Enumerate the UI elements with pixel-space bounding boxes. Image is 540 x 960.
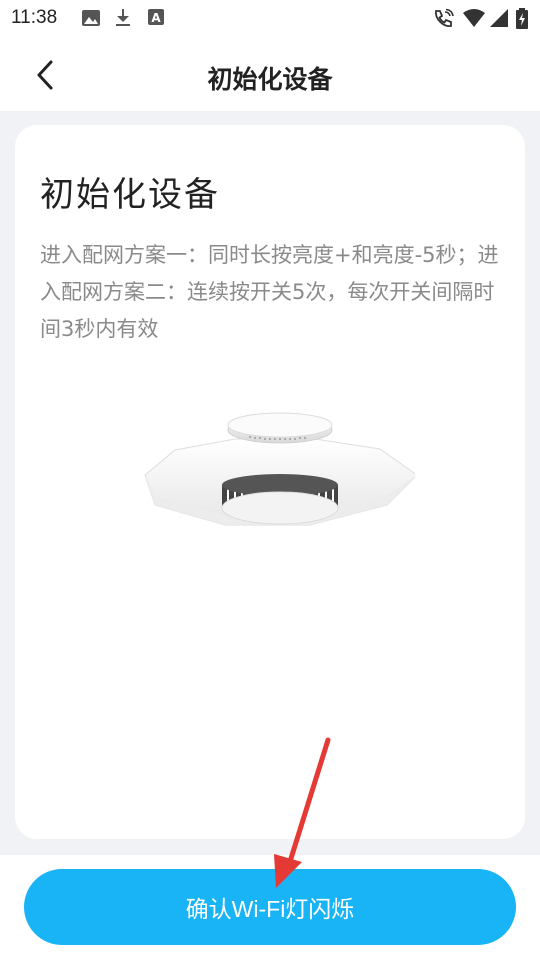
confirm-wifi-blinking-button[interactable]: 确认Wi-Fi灯闪烁	[24, 869, 516, 945]
nav-bar: 初始化设备	[0, 38, 540, 111]
image-icon	[82, 10, 100, 26]
card-title: 初始化设备	[40, 175, 220, 215]
svg-text:A: A	[151, 11, 161, 25]
download-icon	[116, 9, 130, 26]
page-title: 初始化设备	[207, 65, 333, 94]
battery-charging-icon	[516, 8, 528, 29]
ceiling-light-image	[144, 412, 415, 526]
signal-icon	[490, 9, 508, 27]
footer: 确认Wi-Fi灯闪烁	[0, 855, 540, 960]
instruction-text: 进入配网方案一：同时长按亮度+和亮度-5秒；进入配网方案二：连续按开关5次，每次…	[40, 243, 499, 341]
wifi-icon	[463, 9, 485, 27]
status-bar: 11:38 A	[0, 0, 540, 38]
wifi-call-icon	[435, 8, 454, 27]
text-a-icon: A	[148, 9, 164, 25]
status-time: 11:38	[11, 7, 58, 28]
instruction-card: 初始化设备 进入配网方案一：同时长按亮度+和亮度-5秒；进入配网方案二：连续按开…	[15, 125, 525, 839]
